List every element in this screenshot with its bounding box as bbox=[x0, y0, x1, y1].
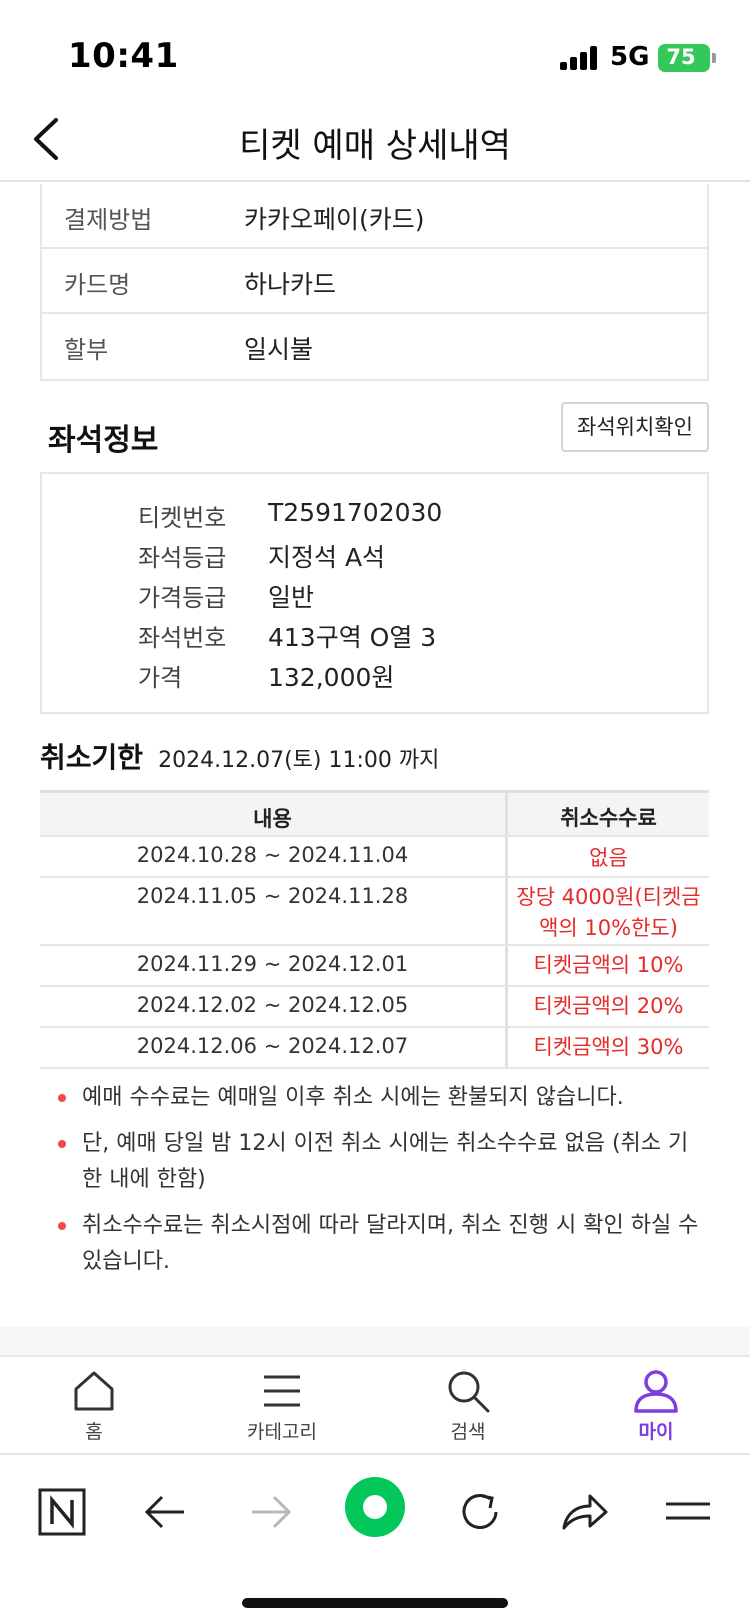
arrow-left-icon bbox=[144, 1495, 184, 1529]
cancel-fee-table: 내용 취소수수료 2024.10.28 ~ 2024.11.04 없음 2024… bbox=[40, 790, 709, 1069]
payment-row: 카드명 하나카드 bbox=[42, 249, 707, 314]
seat-row: 좌석등급 지정석 A석 bbox=[138, 538, 698, 578]
fee-cell: 티켓금액의 20% bbox=[533, 994, 684, 1018]
tab-label: 검색 bbox=[450, 1421, 486, 1443]
note-text: 예매 수수료는 예매일 이후 취소 시에는 환불되지 않습니다. bbox=[82, 1085, 624, 1110]
cancel-deadline-value: 2024.12.07(토) 11:00 까지 bbox=[158, 748, 440, 773]
period-cell: 2024.12.06 ~ 2024.12.07 bbox=[40, 1028, 508, 1067]
payment-row: 결제방법 카카오페이(카드) bbox=[42, 184, 707, 249]
tab-my[interactable]: 마이 bbox=[596, 1367, 716, 1451]
payment-row: 할부 일시불 bbox=[42, 314, 707, 379]
seat-label: 가격등급 bbox=[138, 584, 227, 612]
column-header-fee: 취소수수료 bbox=[560, 806, 657, 830]
seat-label: 좌석번호 bbox=[138, 624, 227, 652]
payment-label: 결제방법 bbox=[64, 206, 153, 234]
home-indicator bbox=[242, 1598, 508, 1608]
payment-label: 카드명 bbox=[64, 271, 131, 299]
cancel-deadline: 취소기한 2024.12.07(토) 11:00 까지 bbox=[40, 736, 439, 776]
search-icon bbox=[448, 1371, 490, 1413]
arrow-right-icon bbox=[252, 1495, 292, 1529]
status-time: 10:41 bbox=[68, 36, 179, 76]
period-cell: 2024.12.02 ~ 2024.12.05 bbox=[40, 987, 508, 1026]
home-icon bbox=[74, 1371, 114, 1411]
seat-value: 413구역 O열 3 bbox=[268, 623, 437, 652]
period-cell: 2024.10.28 ~ 2024.11.04 bbox=[40, 837, 508, 876]
tab-search[interactable]: 검색 bbox=[408, 1367, 528, 1451]
table-row: 2024.10.28 ~ 2024.11.04 없음 bbox=[40, 837, 709, 878]
refresh-icon bbox=[462, 1494, 498, 1529]
share-icon bbox=[562, 1494, 608, 1530]
page-title: 티켓 예매 상세내역 bbox=[239, 126, 511, 166]
table-row: 2024.11.05 ~ 2024.11.28 장당 4000원(티켓금액의 1… bbox=[40, 878, 709, 946]
green-dot-button[interactable] bbox=[344, 1476, 406, 1538]
table-row: 2024.12.02 ~ 2024.12.05 티켓금액의 20% bbox=[40, 987, 709, 1028]
seat-info-title: 좌석정보 bbox=[48, 423, 159, 458]
note-text: 단, 예매 당일 밤 12시 이전 취소 시에는 취소수수료 없음 (취소 기한… bbox=[82, 1131, 689, 1192]
payment-value: 하나카드 bbox=[244, 270, 337, 299]
status-bar: 10:41 5G 75 bbox=[0, 0, 750, 100]
tab-label: 마이 bbox=[638, 1421, 674, 1443]
cancel-deadline-title: 취소기한 bbox=[40, 741, 144, 774]
period-cell: 2024.11.05 ~ 2024.11.28 bbox=[40, 878, 508, 944]
network-label: 5G bbox=[610, 42, 650, 72]
seat-row: 티켓번호 T2591702030 bbox=[138, 498, 698, 538]
section-divider bbox=[0, 1327, 750, 1357]
note-item: 예매 수수료는 예매일 이후 취소 시에는 환불되지 않습니다. bbox=[54, 1080, 704, 1116]
seat-value: 지정석 A석 bbox=[268, 543, 386, 572]
fee-cell: 장당 4000원(티켓금액의 10%한도) bbox=[516, 885, 701, 940]
column-header-period: 내용 bbox=[40, 793, 508, 835]
seat-info-box: 티켓번호 T2591702030 좌석등급 지정석 A석 가격등급 일반 좌석번… bbox=[40, 472, 709, 714]
battery-level: 75 bbox=[666, 45, 696, 69]
seat-location-button[interactable]: 좌석위치확인 bbox=[561, 402, 709, 452]
seat-label: 가격 bbox=[138, 664, 183, 692]
table-row: 2024.11.29 ~ 2024.12.01 티켓금액의 10% bbox=[40, 946, 709, 987]
more-menu-button[interactable] bbox=[658, 1482, 718, 1542]
seat-value: 132,000원 bbox=[268, 663, 395, 692]
payment-label: 할부 bbox=[64, 336, 109, 364]
back-nav-button[interactable] bbox=[136, 1482, 196, 1542]
bottom-tab-bar: 홈 카테고리 검색 마이 bbox=[0, 1359, 750, 1455]
bullet-icon bbox=[58, 1140, 66, 1148]
battery-icon: 75 bbox=[658, 44, 716, 72]
signal-icon bbox=[560, 46, 600, 70]
share-button[interactable] bbox=[554, 1482, 614, 1542]
browser-toolbar bbox=[0, 1458, 750, 1568]
naver-button[interactable] bbox=[32, 1482, 92, 1542]
page-header: 티켓 예매 상세내역 bbox=[0, 100, 750, 182]
payment-value: 카카오페이(카드) bbox=[244, 205, 425, 234]
tab-home[interactable]: 홈 bbox=[34, 1367, 154, 1451]
fee-cell: 티켓금액의 30% bbox=[533, 1035, 684, 1059]
period-cell: 2024.11.29 ~ 2024.12.01 bbox=[40, 946, 508, 985]
menu-icon bbox=[264, 1375, 300, 1407]
naver-n-icon bbox=[38, 1488, 86, 1536]
seat-value: T2591702030 bbox=[268, 498, 443, 527]
hamburger-icon bbox=[666, 1502, 710, 1520]
seat-label: 티켓번호 bbox=[138, 504, 227, 532]
cancel-notes: 예매 수수료는 예매일 이후 취소 시에는 환불되지 않습니다. 단, 예매 당… bbox=[54, 1080, 704, 1290]
fee-cell: 티켓금액의 10% bbox=[533, 953, 684, 977]
tab-category[interactable]: 카테고리 bbox=[222, 1367, 342, 1451]
fee-cell: 없음 bbox=[589, 846, 628, 870]
note-item: 취소수수료는 취소시점에 따라 달라지며, 취소 진행 시 확인 하실 수 있습… bbox=[54, 1208, 704, 1280]
table-row: 2024.12.06 ~ 2024.12.07 티켓금액의 30% bbox=[40, 1028, 709, 1069]
tab-label: 카테고리 bbox=[247, 1421, 317, 1443]
refresh-button[interactable] bbox=[450, 1482, 510, 1542]
seat-label: 좌석등급 bbox=[138, 544, 227, 572]
forward-nav-button[interactable] bbox=[240, 1482, 300, 1542]
payment-table: 결제방법 카카오페이(카드) 카드명 하나카드 할부 일시불 bbox=[40, 184, 709, 381]
table-header-row: 내용 취소수수료 bbox=[40, 793, 709, 837]
user-icon bbox=[634, 1370, 678, 1413]
seat-value: 일반 bbox=[268, 583, 315, 612]
note-item: 단, 예매 당일 밤 12시 이전 취소 시에는 취소수수료 없음 (취소 기한… bbox=[54, 1126, 704, 1198]
seat-row: 좌석번호 413구역 O열 3 bbox=[138, 618, 698, 658]
payment-value: 일시불 bbox=[244, 335, 314, 364]
seat-row: 가격 132,000원 bbox=[138, 658, 698, 698]
tab-label: 홈 bbox=[85, 1421, 103, 1443]
seat-row: 가격등급 일반 bbox=[138, 578, 698, 618]
bullet-icon bbox=[58, 1222, 66, 1230]
note-text: 취소수수료는 취소시점에 따라 달라지며, 취소 진행 시 확인 하실 수 있습… bbox=[82, 1213, 699, 1274]
naver-green-dot-icon bbox=[345, 1477, 405, 1537]
bullet-icon bbox=[58, 1094, 66, 1102]
